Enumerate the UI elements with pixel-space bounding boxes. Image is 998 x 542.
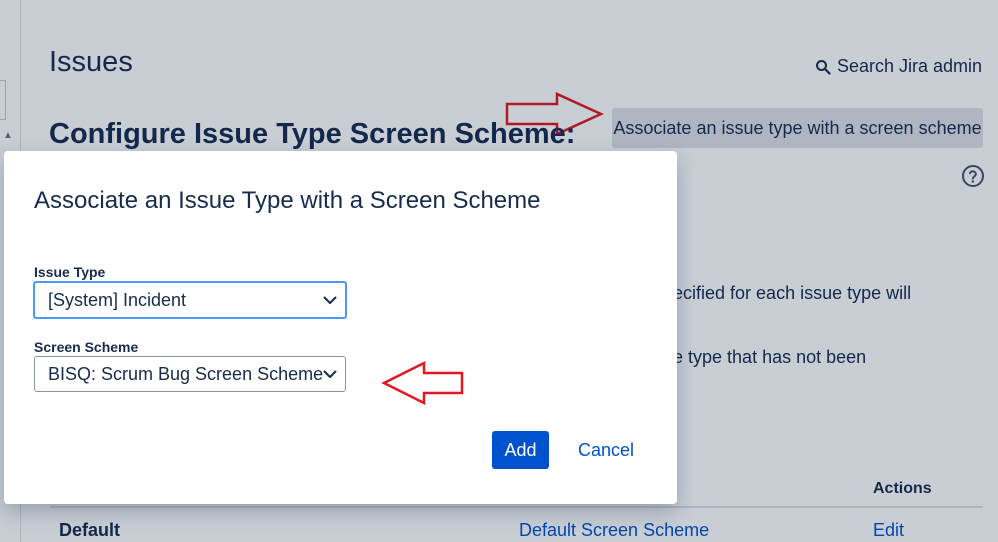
- add-button[interactable]: Add: [492, 431, 549, 469]
- issue-type-selected-value: [System] Incident: [48, 289, 187, 310]
- chevron-down-icon: [323, 296, 337, 304]
- red-arrow-left-annotation: [381, 360, 464, 406]
- cancel-button[interactable]: Cancel: [570, 431, 642, 469]
- issue-type-label: Issue Type: [34, 264, 106, 280]
- screen-scheme-selected-value: BISQ: Scrum Bug Screen Scheme: [48, 363, 324, 384]
- screen-scheme-label: Screen Scheme: [34, 339, 139, 355]
- screen-scheme-select[interactable]: BISQ: Scrum Bug Screen Scheme: [34, 356, 346, 392]
- dialog-title: Associate an Issue Type with a Screen Sc…: [34, 187, 541, 214]
- chevron-down-icon: [323, 370, 337, 378]
- issue-type-select[interactable]: [System] Incident: [33, 281, 347, 319]
- associate-issue-type-dialog: Associate an Issue Type with a Screen Sc…: [4, 151, 677, 504]
